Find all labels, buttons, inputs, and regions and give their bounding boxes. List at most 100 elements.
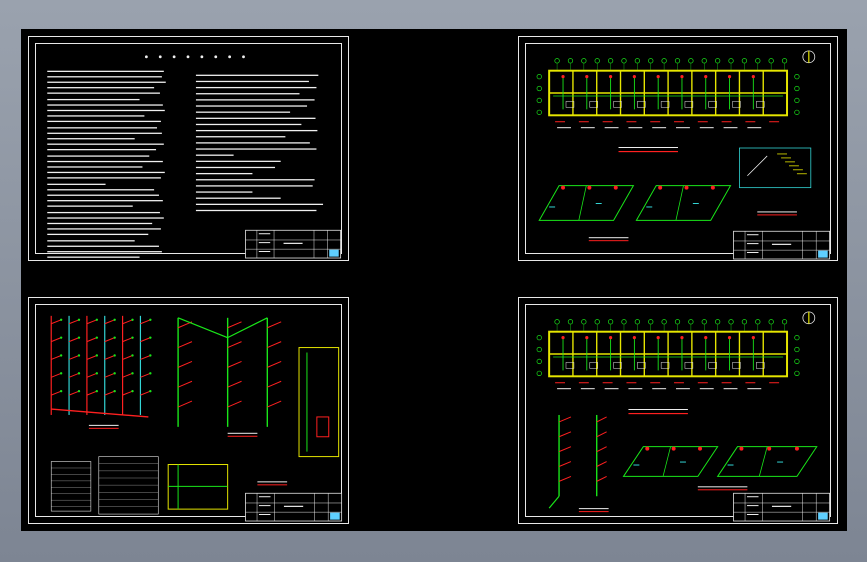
text-stroke [258,505,271,507]
axis-bubble [768,319,774,325]
riser-marker [585,336,589,340]
text-stroke [757,211,797,213]
branch-pipe [86,337,97,343]
text-stroke [633,464,640,466]
valve-marker [710,185,715,190]
text-stroke [47,143,164,145]
text-stroke [595,203,602,205]
fixture-node [95,389,99,393]
drain-main [51,408,149,418]
axis-bubble [661,319,667,325]
axis-bubble [536,74,542,80]
material-table [98,456,159,515]
riser-marker [751,75,755,79]
axis-bubble [755,319,761,325]
text-stroke [555,382,566,384]
text-stroke [195,136,286,138]
text-stroke [646,206,653,208]
text-stroke [47,217,164,219]
text-stroke [195,203,324,205]
text-stroke [674,382,684,384]
text-stroke [88,427,119,429]
axis-bubble [728,58,734,64]
text-stroke [628,388,643,390]
axis-bubble [794,335,800,341]
heading-glyph [214,55,218,59]
text-stroke [47,251,162,253]
sheet-riser-diagrams[interactable] [28,297,349,524]
text-stroke [47,183,106,185]
text-stroke [47,115,145,117]
text-stroke [195,160,281,162]
valve-marker [739,446,744,451]
text-stroke [47,240,135,242]
cad-drawing-canvas[interactable] [21,29,847,531]
text-stroke [747,127,762,129]
text-stroke [47,256,140,258]
text-stroke [195,105,308,107]
text-stroke [578,508,609,510]
text-stroke [195,80,309,83]
axis-bubble [768,58,774,64]
valve-marker [684,185,689,190]
sheet-floor-plan-1[interactable] [518,36,838,261]
fixture-node [113,318,116,321]
axis-bubble [741,319,748,325]
text-stroke [578,121,589,123]
axis-bubble [661,58,667,64]
branch-pipe [596,431,607,438]
text-stroke [697,489,748,491]
riser-drawing [50,315,343,522]
text-stroke [47,138,135,140]
text-stroke [257,484,288,486]
branch-pipe [122,337,133,343]
isometric-pipe [662,446,671,477]
text-stroke [258,514,271,515]
sheet-design-notes[interactable] [28,36,349,261]
heading-glyph [144,55,148,59]
text-stroke [578,511,609,513]
branch-pipe [558,416,572,423]
fixture-node [113,372,116,375]
text-stroke [628,127,643,129]
fixture-node [131,389,134,393]
axis-bubble [536,358,542,365]
text-stroke [628,409,688,411]
text-stroke [745,382,756,384]
fixture-node [113,354,116,357]
text-stroke [699,388,714,390]
axis-bubble [554,319,560,325]
sheet-floor-plan-2[interactable] [518,297,838,524]
riser-marker [727,336,732,340]
text-stroke [195,209,317,212]
riser-marker [609,336,613,340]
text-stroke [777,461,784,463]
axis-bubble [607,58,614,64]
text-stroke [195,142,310,144]
axis-bubble [674,58,681,64]
fixture-node [149,372,152,375]
branch-pipe [596,446,607,453]
text-stroke [258,242,271,244]
branch-pipe [51,355,62,360]
text-stroke [47,81,166,83]
branch-pipe [140,337,151,343]
riser-marker [632,336,636,340]
heading-glyph [242,55,245,59]
axis-bubble [794,97,800,104]
text-stroke [618,150,678,153]
axis-bubble [794,74,800,80]
branch-pipe [267,321,282,329]
branch-pipe [267,380,282,388]
branch-pipe [558,431,572,438]
isometric-pipe [635,185,732,221]
text-stroke [47,70,164,72]
branch-pipe [51,319,62,325]
axis-bubble [701,319,707,325]
text-stroke [47,148,157,151]
title-block-logo [329,249,339,257]
text-stroke [721,121,732,123]
detail-view [739,147,812,189]
heading-glyph [172,55,176,59]
text-stroke [746,251,759,253]
